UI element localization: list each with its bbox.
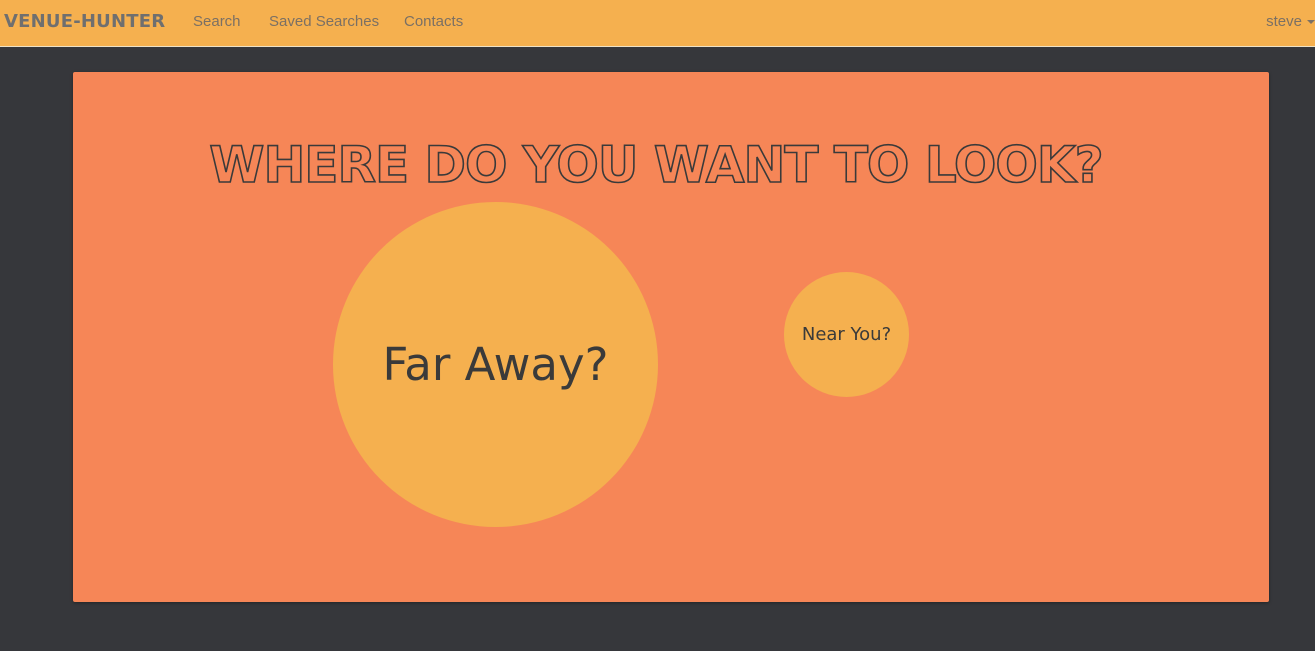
page-title-text: WHERE DO YOU WANT TO LOOK? (209, 136, 1102, 194)
caret-down-icon (1307, 20, 1315, 25)
user-menu-toggle[interactable]: steve (1266, 11, 1315, 33)
brand-logo[interactable]: Venue-Hunter (4, 10, 165, 34)
user-name: steve (1266, 13, 1302, 30)
far-away-label: Far Away? (382, 338, 609, 391)
near-you-label: Near You? (801, 324, 892, 345)
near-you-button[interactable]: Near You? (784, 272, 909, 397)
page-title: WHERE DO YOU WANT TO LOOK? (209, 135, 1105, 194)
search-location-panel: WHERE DO YOU WANT TO LOOK? Far Away? Nea… (73, 72, 1269, 602)
nav-link-saved-searches[interactable]: Saved Searches (269, 11, 379, 33)
nav-link-contacts[interactable]: Contacts (404, 11, 463, 33)
nav-link-search[interactable]: Search (193, 11, 241, 33)
far-away-button[interactable]: Far Away? (333, 202, 658, 527)
top-navbar: Venue-Hunter Search Saved Searches Conta… (0, 0, 1315, 47)
